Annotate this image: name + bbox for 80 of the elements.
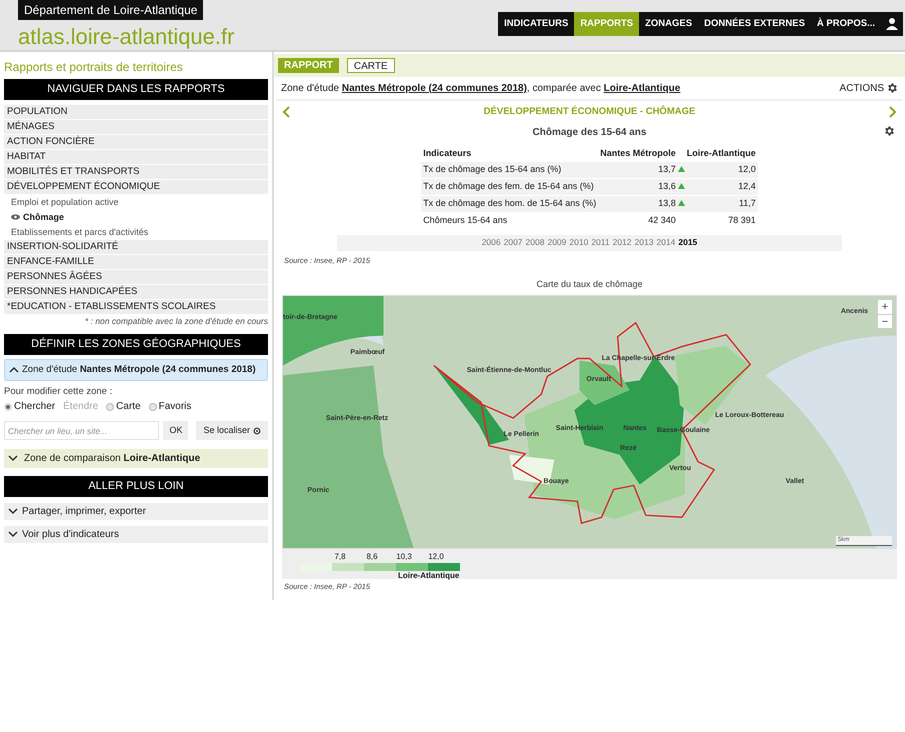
radio-option[interactable]: Chercher	[4, 399, 56, 414]
table-cell-text: 78 391	[727, 214, 757, 227]
year-option[interactable]: 2012	[612, 236, 632, 249]
year-option[interactable]: 2008	[526, 236, 544, 249]
up-triangle-icon	[678, 183, 685, 190]
view-tab[interactable]: CARTE	[346, 58, 395, 73]
expandable-section[interactable]: Partager, imprimer, exporter	[4, 502, 268, 520]
modify-zone-label: Pour modifier cette zone :	[4, 384, 114, 399]
table-cell: Tx de chômage des fem. de 15-64 ans (%)	[421, 178, 598, 194]
place-search-field[interactable]: Chercher un lieu, un site...	[4, 421, 160, 440]
report-category[interactable]: PERSONNES HANDICAPÉES	[4, 284, 268, 298]
sidebar-title: Rapports et portraits de territoires	[4, 59, 184, 76]
section-title: DÉVELOPPEMENT ÉCONOMIQUE - CHÔMAGE	[484, 104, 696, 119]
year-option[interactable]: 2006	[482, 236, 501, 249]
zoom-in-button[interactable]: +	[878, 300, 892, 314]
year-option[interactable]: 2009	[547, 236, 566, 249]
table-cell: 12,0	[684, 162, 758, 178]
crosshair-icon	[253, 426, 261, 434]
comparison-zone-accordion[interactable]: Zone de comparaison Loire-Atlantique	[4, 449, 268, 468]
chevron-down-icon	[8, 455, 18, 462]
section-heading: NAVIGUER DANS LES RAPPORTS	[4, 79, 268, 100]
department-label: Département de Loire-Atlantique	[18, 0, 204, 20]
year-option[interactable]: 2014	[656, 236, 676, 249]
report-category[interactable]: ACTION FONCIÈRE	[4, 134, 268, 148]
actions-menu[interactable]: ACTIONS	[840, 80, 884, 96]
year-option[interactable]: 2010	[569, 236, 588, 249]
report-category[interactable]: ENFANCE-FAMILLE	[4, 254, 268, 268]
zone-description: Zone d'étude Nantes Métropole (24 communes 2018), comparée avec Loire-Atlantique	[281, 82, 680, 96]
report-category[interactable]: *EDUCATION - ETABLISSEMENTS SCOLAIRES	[4, 300, 268, 314]
settings-icon[interactable]	[886, 82, 898, 94]
radio-option[interactable]: Favoris	[148, 399, 192, 414]
eye-icon	[11, 214, 20, 220]
radio-option[interactable]: Carte	[106, 399, 141, 414]
locate-button[interactable]: Se localiser	[196, 421, 268, 440]
report-category[interactable]: PERSONNES ÂGÉES	[4, 270, 268, 284]
column-header: Indicateurs	[422, 147, 472, 160]
map-title: Carte du taux de chômage	[535, 278, 644, 291]
up-triangle-icon	[678, 166, 685, 172]
report-subitem[interactable]: Chômage	[4, 210, 268, 224]
year-option[interactable]: 2015	[678, 236, 698, 249]
table-cell-text: 42 340	[647, 214, 677, 227]
report-category[interactable]: DÉVELOPPEMENT ÉCONOMIQUE	[4, 180, 268, 194]
report-subitem[interactable]: Etablissements et parcs d'activités	[4, 224, 268, 238]
table-title: Chômage des 15-64 ans	[532, 126, 646, 140]
section-heading: ALLER PLUS LOIN	[4, 476, 268, 496]
compatibility-note: * : non compatible avec la zone d'étude en cours	[84, 314, 268, 328]
expandable-section[interactable]: Voir plus d'indicateurs	[4, 526, 268, 542]
report-subitem[interactable]: Emploi et population active	[4, 194, 268, 208]
report-category[interactable]: MOBILITÉS ET TRANSPORTS	[4, 164, 268, 178]
chevron-up-icon	[9, 366, 19, 374]
table-cell: 13,8	[598, 196, 678, 212]
year-option[interactable]: 2011	[591, 236, 610, 249]
report-category[interactable]: HABITAT	[4, 150, 268, 164]
table-cell: 12,4	[684, 178, 758, 194]
chevron-down-icon	[8, 508, 18, 514]
study-zone-accordion[interactable]: Zone d'étude Nantes Métropole (24 communes 2018)	[4, 358, 268, 381]
zoom-out-button[interactable]: −	[878, 314, 892, 328]
legend-threshold: 7,8	[333, 551, 347, 564]
table-cell: Tx de chômage des 15-64 ans (%)	[421, 162, 598, 178]
ok-button[interactable]: OK	[163, 421, 188, 440]
year-option[interactable]: 2013	[634, 236, 654, 249]
report-category[interactable]: MÉNAGES	[4, 120, 268, 134]
legend-threshold: 10,3	[395, 551, 413, 564]
table-cell: 11,7	[684, 196, 758, 212]
report-category[interactable]: INSERTION-SOLIDARITÉ	[4, 240, 268, 254]
table-cell-text: Chômeurs 15-64 ans	[422, 214, 508, 227]
table-cell: 13,7	[598, 162, 678, 178]
report-category[interactable]: POPULATION	[4, 104, 268, 118]
section-heading: DÉFINIR LES ZONES GÉOGRAPHIQUES	[4, 334, 268, 355]
legend-reference: Loire-Atlantique	[397, 571, 460, 580]
column-header: Loire-Atlantique	[686, 147, 757, 160]
chevron-down-icon	[8, 530, 18, 538]
table-cell: Tx de chômage des hom. de 15-64 ans (%)	[421, 196, 598, 212]
settings-icon[interactable]	[883, 125, 895, 137]
legend-threshold: 12,0	[427, 551, 445, 564]
year-option[interactable]: 2007	[504, 236, 523, 249]
table-cell: 13,6	[598, 178, 678, 194]
up-triangle-icon	[678, 200, 685, 206]
legend-threshold: 8,6	[365, 551, 379, 564]
column-header: Nantes Métropole	[599, 147, 677, 160]
